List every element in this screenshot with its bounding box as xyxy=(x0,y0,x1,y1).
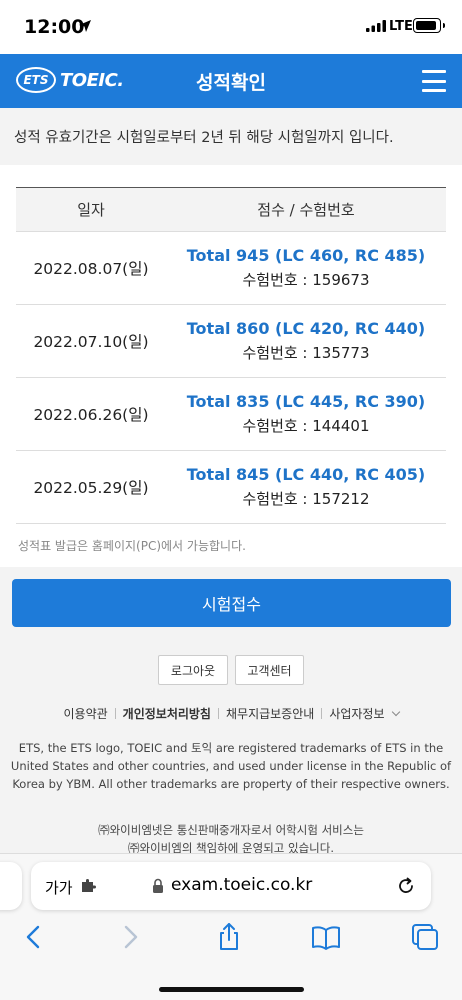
location-arrow-icon xyxy=(79,20,91,32)
exam-number: 수험번호 : 135773 xyxy=(242,344,370,362)
footer: 시험접수 로그아웃 고객센터 이용약관 개인정보처리방침 채무지급보증안내 사업… xyxy=(0,567,462,855)
browser-toolbar xyxy=(0,922,462,962)
score-cell: Total 845 (LC 440, RC 405) 수험번호 : 157212 xyxy=(166,450,446,524)
ybm-notice: ㈜와이비엠넷은 통신판매중개자로서 어학시험 서비스는 ㈜와이비엠의 책임하에 … xyxy=(0,821,462,857)
score-total[interactable]: Total 845 (LC 440, RC 405) xyxy=(166,465,446,484)
previous-tab-card[interactable] xyxy=(0,862,22,910)
customer-center-button[interactable]: 고객센터 xyxy=(235,655,304,685)
exam-date: 2022.08.07(일) xyxy=(16,231,166,305)
exam-number: 수험번호 : 159673 xyxy=(242,271,370,289)
lock-icon xyxy=(153,878,163,893)
hamburger-menu-icon[interactable] xyxy=(422,70,446,92)
apply-exam-button[interactable]: 시험접수 xyxy=(12,579,451,627)
business-info-label: 사업자정보 xyxy=(329,707,385,721)
score-cell: Total 860 (LC 420, RC 440) 수험번호 : 135773 xyxy=(166,304,446,378)
url-text[interactable]: exam.toeic.co.kr xyxy=(171,875,312,895)
exam-date: 2022.07.10(일) xyxy=(16,304,166,378)
score-total[interactable]: Total 945 (LC 460, RC 485) xyxy=(166,246,446,265)
browser-chrome: 가가 exam.toeic.co.kr xyxy=(0,853,462,1000)
table-row: 2022.08.07(일) Total 945 (LC 460, RC 485)… xyxy=(16,231,446,305)
exam-date: 2022.06.26(일) xyxy=(16,377,166,451)
privacy-link[interactable]: 개인정보처리방침 xyxy=(116,705,218,722)
share-icon[interactable] xyxy=(214,922,244,952)
forward-icon[interactable] xyxy=(115,922,145,952)
score-cell: Total 945 (LC 460, RC 485) 수험번호 : 159673 xyxy=(166,231,446,305)
table-row: 2022.07.10(일) Total 860 (LC 420, RC 440)… xyxy=(16,304,446,378)
header-date: 일자 xyxy=(16,187,166,232)
score-total[interactable]: Total 860 (LC 420, RC 440) xyxy=(166,319,446,338)
network-type: LTE xyxy=(389,19,413,34)
score-total[interactable]: Total 835 (LC 445, RC 390) xyxy=(166,392,446,411)
exam-date: 2022.05.29(일) xyxy=(16,450,166,524)
home-indicator xyxy=(159,987,304,992)
battery-icon xyxy=(413,18,445,33)
text-size-button[interactable]: 가가 xyxy=(45,877,73,898)
issue-note: 성적표 발급은 홈페이지(PC)에서 가능합니다. xyxy=(18,539,246,553)
app-header: ETS TOEIC. 성적확인 xyxy=(0,54,462,108)
ybm-line: ㈜와이비엠넷은 통신판매중개자로서 어학시험 서비스는 xyxy=(98,823,364,837)
logout-button[interactable]: 로그아웃 xyxy=(158,655,228,685)
trademark-notice: ETS, the ETS logo, TOEIC and 토익 are regi… xyxy=(10,741,452,791)
chevron-down-icon xyxy=(391,707,400,717)
bookmarks-icon[interactable] xyxy=(311,922,341,952)
status-time: 12:00 xyxy=(24,16,85,38)
validity-notice: 성적 유효기간은 시험일로부터 2년 뒤 해당 시험일까지 입니다. xyxy=(0,108,462,165)
status-bar: 12:00 LTE xyxy=(0,0,462,54)
back-icon[interactable] xyxy=(19,922,49,952)
header-score: 점수 / 수험번호 xyxy=(166,187,446,232)
address-bar[interactable]: 가가 exam.toeic.co.kr xyxy=(31,862,431,910)
exam-number: 수험번호 : 157212 xyxy=(242,490,370,508)
exam-number: 수험번호 : 144401 xyxy=(242,417,370,435)
table-header-row: 일자 점수 / 수험번호 xyxy=(16,187,446,232)
signal-icon xyxy=(366,20,386,32)
table-row: 2022.05.29(일) Total 845 (LC 440, RC 405)… xyxy=(16,450,446,524)
terms-link[interactable]: 이용약관 xyxy=(56,705,114,722)
score-table: 일자 점수 / 수험번호 2022.08.07(일) Total 945 (LC… xyxy=(16,187,446,524)
table-row: 2022.06.26(일) Total 835 (LC 445, RC 390)… xyxy=(16,377,446,451)
reload-icon[interactable] xyxy=(395,875,417,897)
tabs-icon[interactable] xyxy=(410,922,440,952)
page-title: 성적확인 xyxy=(196,72,266,94)
business-info-toggle[interactable]: 사업자정보 xyxy=(322,705,405,722)
debt-guarantee-link[interactable]: 채무지급보증안내 xyxy=(219,705,321,722)
score-cell: Total 835 (LC 445, RC 390) 수험번호 : 144401 xyxy=(166,377,446,451)
footer-links: 이용약관 개인정보처리방침 채무지급보증안내 사업자정보 xyxy=(0,705,462,722)
puzzle-icon[interactable] xyxy=(81,879,97,893)
